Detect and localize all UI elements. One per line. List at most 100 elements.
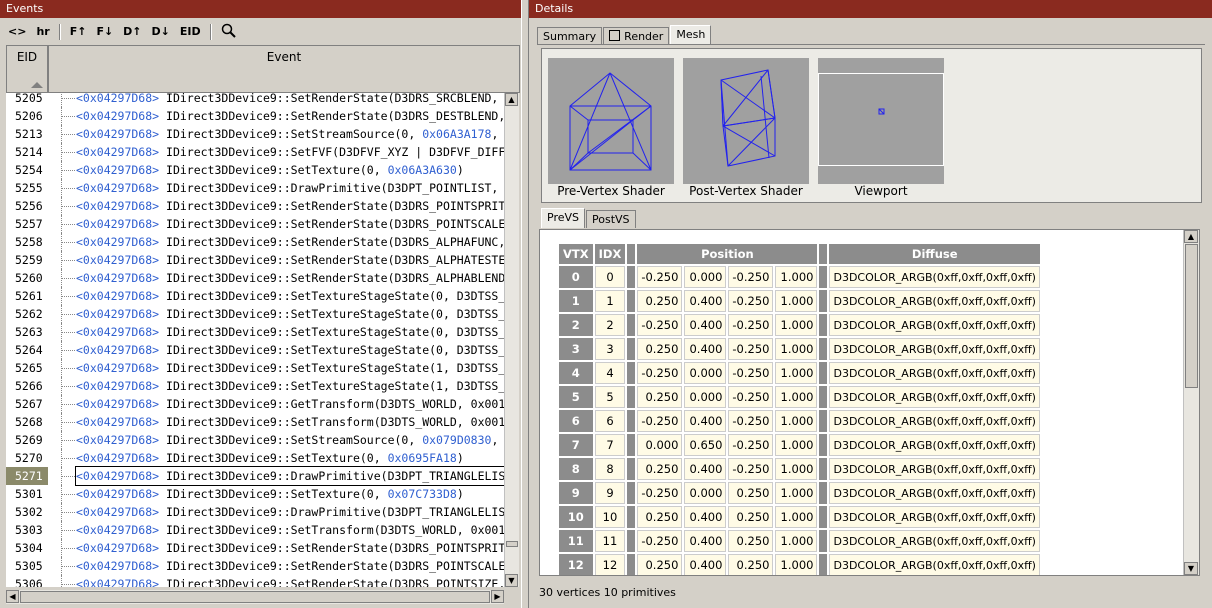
vertex-row[interactable]: 11 11 -0.250 0.400 0.250 1.000 D3DCOLOR_ARGB(0… bbox=[559, 530, 1040, 552]
event-address[interactable]: <0x04297D68> bbox=[76, 199, 159, 213]
toolbar-btn-eid[interactable]: EID bbox=[176, 23, 205, 41]
event-address[interactable]: <0x04297D68> bbox=[76, 181, 159, 195]
vertex-row[interactable]: 7 7 0.000 0.650 -0.250 1.000 D3DCOLOR_ARGB(0xf… bbox=[559, 434, 1040, 456]
event-row[interactable]: 5255 <0x04297D68> IDirect3DDevice9::DrawP… bbox=[6, 179, 504, 197]
vertex-row[interactable]: 5 5 0.250 0.000 -0.250 1.000 D3DCOLOR_ARGB(0xf… bbox=[559, 386, 1040, 408]
toolbar-btn-f-down[interactable]: F↓ bbox=[92, 23, 117, 41]
event-arg-link[interactable]: 0x0695FA18 bbox=[388, 451, 457, 465]
toolbar-btn-d-down[interactable]: D↓ bbox=[148, 23, 174, 41]
event-row[interactable]: 5261 <0x04297D68> IDirect3DDevice9::SetTe… bbox=[6, 287, 504, 305]
event-row[interactable]: 5206 <0x04297D68> IDirect3DDevice9::SetRe… bbox=[6, 107, 504, 125]
header-position[interactable]: Position bbox=[637, 244, 818, 264]
event-address[interactable]: <0x04297D68> bbox=[76, 253, 159, 267]
event-row[interactable]: 5213 <0x04297D68> IDirect3DDevice9::SetSt… bbox=[6, 125, 504, 143]
toolbar-btn-d-up[interactable]: D↑ bbox=[119, 23, 145, 41]
event-row[interactable]: 5304 <0x04297D68> IDirect3DDevice9::SetRe… bbox=[6, 539, 504, 557]
event-address[interactable]: <0x04297D68> bbox=[76, 415, 159, 429]
events-horizontal-scrollbar[interactable]: ◀ ▶ bbox=[6, 590, 504, 604]
event-row[interactable]: 5254 <0x04297D68> IDirect3DDevice9::SetTe… bbox=[6, 161, 504, 179]
event-row[interactable]: 5205 <0x04297D68> IDirect3DDevice9::SetRe… bbox=[6, 93, 504, 107]
toolbar-btn-brackets[interactable]: <> bbox=[4, 23, 30, 41]
toolbar-btn-f-up[interactable]: F↑ bbox=[66, 23, 91, 41]
event-address[interactable]: <0x04297D68> bbox=[76, 379, 159, 393]
events-vertical-scrollbar[interactable]: ▲ ▼ bbox=[504, 93, 519, 587]
scroll-right-arrow-icon[interactable]: ▶ bbox=[491, 590, 504, 603]
event-row[interactable]: 5263 <0x04297D68> IDirect3DDevice9::SetTe… bbox=[6, 323, 504, 341]
vertex-row[interactable]: 6 6 -0.250 0.400 -0.250 1.000 D3DCOLOR_ARGB(0x… bbox=[559, 410, 1040, 432]
event-address[interactable]: <0x04297D68> bbox=[76, 307, 159, 321]
vertex-row[interactable]: 4 4 -0.250 0.000 -0.250 1.000 D3DCOLOR_ARGB(0x… bbox=[559, 362, 1040, 384]
event-arg-link[interactable]: 0x06A3A178 bbox=[422, 127, 491, 141]
scroll-thumb[interactable] bbox=[506, 541, 518, 547]
event-address[interactable]: <0x04297D68> bbox=[76, 325, 159, 339]
event-row[interactable]: 5270 <0x04297D68> IDirect3DDevice9::SetTe… bbox=[6, 449, 504, 467]
header-diffuse[interactable]: Diffuse bbox=[829, 244, 1040, 264]
tab-render[interactable]: Render bbox=[603, 27, 670, 45]
event-address[interactable]: <0x04297D68> bbox=[76, 235, 159, 249]
event-address[interactable]: <0x04297D68> bbox=[76, 469, 159, 483]
event-row[interactable]: 5305 <0x04297D68> IDirect3DDevice9::SetRe… bbox=[6, 557, 504, 575]
event-address[interactable]: <0x04297D68> bbox=[76, 343, 159, 357]
event-row[interactable]: 5268 <0x04297D68> IDirect3DDevice9::SetTr… bbox=[6, 413, 504, 431]
vertex-row[interactable]: 1 1 0.250 0.400 -0.250 1.000 D3DCOLOR_ARGB(0xf… bbox=[559, 290, 1040, 312]
event-row[interactable]: 5306 <0x04297D68> IDirect3DDevice9::SetRe… bbox=[6, 575, 504, 587]
tab-prevs[interactable]: PreVS bbox=[541, 208, 585, 228]
post-vertex-shader-view[interactable] bbox=[683, 58, 809, 184]
scroll-down-arrow-icon[interactable]: ▼ bbox=[1184, 562, 1198, 575]
event-row[interactable]: 5260 <0x04297D68> IDirect3DDevice9::SetRe… bbox=[6, 269, 504, 287]
event-row[interactable]: 5303 <0x04297D68> IDirect3DDevice9::SetTr… bbox=[6, 521, 504, 539]
vertex-row[interactable]: 3 3 0.250 0.400 -0.250 1.000 D3DCOLOR_ARGB(0xf… bbox=[559, 338, 1040, 360]
toolbar-btn-hr[interactable]: hr bbox=[32, 23, 53, 41]
vertex-row[interactable]: 12 12 0.250 0.400 0.250 1.000 D3DCOLOR_ARGB(0x… bbox=[559, 554, 1040, 575]
scroll-thumb[interactable] bbox=[1185, 244, 1198, 388]
viewport-view[interactable] bbox=[818, 58, 944, 184]
header-idx[interactable]: IDX bbox=[594, 244, 626, 264]
event-address[interactable]: <0x04297D68> bbox=[76, 505, 159, 519]
event-address[interactable]: <0x04297D68> bbox=[76, 451, 159, 465]
vertex-row[interactable]: 2 2 -0.250 0.400 -0.250 1.000 D3DCOLOR_ARGB(0x… bbox=[559, 314, 1040, 336]
event-row[interactable]: 5258 <0x04297D68> IDirect3DDevice9::SetRe… bbox=[6, 233, 504, 251]
tab-summary[interactable]: Summary bbox=[537, 27, 603, 45]
event-address[interactable]: <0x04297D68> bbox=[76, 541, 159, 555]
panel-splitter[interactable] bbox=[521, 0, 529, 608]
event-address[interactable]: <0x04297D68> bbox=[76, 127, 159, 141]
event-row[interactable]: 5301 <0x04297D68> IDirect3DDevice9::SetTe… bbox=[6, 485, 504, 503]
event-address[interactable]: <0x04297D68> bbox=[76, 397, 159, 411]
event-address[interactable]: <0x04297D68> bbox=[76, 559, 159, 573]
event-arg-link[interactable]: 0x07C733D8 bbox=[388, 487, 457, 501]
tab-mesh[interactable]: Mesh bbox=[670, 25, 712, 45]
tab-postvs[interactable]: PostVS bbox=[586, 210, 636, 228]
event-address[interactable]: <0x04297D68> bbox=[76, 145, 159, 159]
event-address[interactable]: <0x04297D68> bbox=[76, 93, 159, 105]
event-arg-link[interactable]: 0x079D0830 bbox=[422, 433, 491, 447]
event-row[interactable]: 5267 <0x04297D68> IDirect3DDevice9::GetTr… bbox=[6, 395, 504, 413]
search-icon[interactable] bbox=[217, 23, 241, 41]
event-address[interactable]: <0x04297D68> bbox=[76, 523, 159, 537]
vertex-row[interactable]: 9 9 -0.250 0.000 0.250 1.000 D3DCOLOR_ARGB(0xf… bbox=[559, 482, 1040, 504]
scroll-up-arrow-icon[interactable]: ▲ bbox=[1184, 230, 1198, 243]
scroll-up-arrow-icon[interactable]: ▲ bbox=[505, 93, 518, 106]
event-row[interactable]: 5259 <0x04297D68> IDirect3DDevice9::SetRe… bbox=[6, 251, 504, 269]
event-row[interactable]: 5262 <0x04297D68> IDirect3DDevice9::SetTe… bbox=[6, 305, 504, 323]
table-vertical-scrollbar[interactable]: ▲ ▼ bbox=[1183, 230, 1199, 575]
event-row[interactable]: 5265 <0x04297D68> IDirect3DDevice9::SetTe… bbox=[6, 359, 504, 377]
scroll-thumb[interactable] bbox=[20, 591, 490, 603]
header-vtx[interactable]: VTX bbox=[559, 244, 593, 264]
event-arg-link[interactable]: 0x06A3A630 bbox=[388, 163, 457, 177]
event-row[interactable]: 5256 <0x04297D68> IDirect3DDevice9::SetRe… bbox=[6, 197, 504, 215]
event-address[interactable]: <0x04297D68> bbox=[76, 577, 159, 587]
event-address[interactable]: <0x04297D68> bbox=[76, 109, 159, 123]
event-row[interactable]: 5266 <0x04297D68> IDirect3DDevice9::SetTe… bbox=[6, 377, 504, 395]
column-header-event[interactable]: Event bbox=[48, 45, 520, 93]
event-address[interactable]: <0x04297D68> bbox=[76, 163, 159, 177]
event-address[interactable]: <0x04297D68> bbox=[76, 433, 159, 447]
pre-vertex-shader-view[interactable] bbox=[548, 58, 674, 184]
event-address[interactable]: <0x04297D68> bbox=[76, 487, 159, 501]
column-header-eid[interactable]: EID bbox=[6, 45, 48, 93]
event-address[interactable]: <0x04297D68> bbox=[76, 289, 159, 303]
event-list[interactable]: 5205 <0x04297D68> IDirect3DDevice9::SetRe… bbox=[6, 93, 504, 587]
event-row[interactable]: 5269 <0x04297D68> IDirect3DDevice9::SetSt… bbox=[6, 431, 504, 449]
event-address[interactable]: <0x04297D68> bbox=[76, 271, 159, 285]
event-address[interactable]: <0x04297D68> bbox=[76, 361, 159, 375]
event-row[interactable]: 5271 <0x04297D68> IDirect3DDevice9::DrawP… bbox=[6, 466, 504, 486]
